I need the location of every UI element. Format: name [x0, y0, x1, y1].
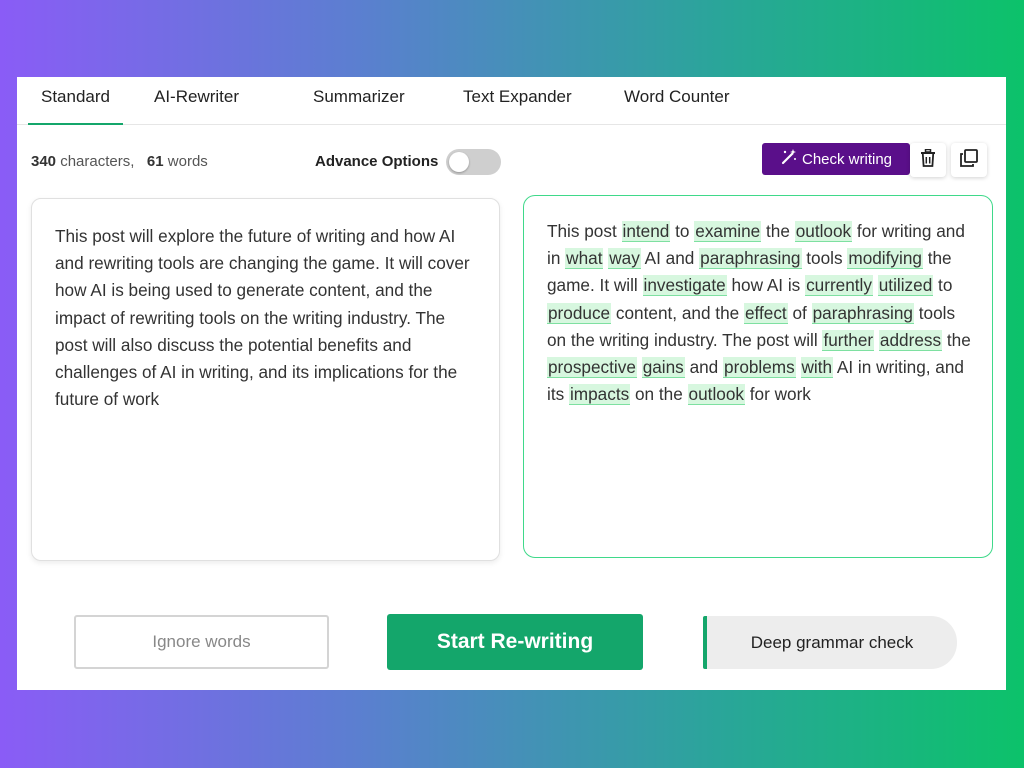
tab-word-counter[interactable]: Word Counter [624, 77, 730, 125]
rewritten-word[interactable]: further [822, 329, 875, 351]
magic-wand-icon [780, 148, 798, 170]
output-word: the [766, 221, 790, 241]
tab-bar: Standard AI-Rewriter Summarizer Text Exp… [17, 77, 1006, 125]
rewritten-word[interactable]: problems [723, 357, 796, 379]
copy-button[interactable] [951, 143, 987, 177]
advance-options-toggle[interactable] [446, 149, 501, 175]
rewritten-word[interactable]: investigate [642, 275, 727, 297]
output-word: on the [634, 384, 683, 405]
tab-summarizer[interactable]: Summarizer [313, 77, 405, 125]
character-count: 340 [31, 153, 57, 170]
text-stats: 340 characters, 61 words [31, 153, 208, 170]
input-text: This post will explore the future of wri… [55, 226, 470, 410]
check-writing-button[interactable]: Check writing [762, 143, 910, 175]
rewritten-word[interactable]: paraphrasing [699, 248, 802, 270]
output-word: for work [749, 384, 811, 405]
copy-icon [960, 148, 978, 172]
output-text: This post intend to examine the outlook … [547, 218, 974, 408]
rewritten-word[interactable]: outlook [687, 384, 745, 406]
rewritten-word[interactable]: way [608, 248, 641, 270]
toggle-knob [449, 152, 469, 172]
rewritten-word[interactable]: produce [547, 302, 612, 324]
output-word: tools [806, 248, 843, 269]
output-text-area[interactable]: This post intend to examine the outlook … [523, 195, 993, 558]
advance-options-label: Advance Options [315, 153, 439, 170]
rewritten-word[interactable]: intend [621, 221, 671, 242]
tab-ai-rewriter[interactable]: AI-Rewriter [154, 77, 239, 125]
start-rewriting-button[interactable]: Start Re-writing [387, 614, 643, 670]
rewritten-word[interactable]: currently [805, 275, 873, 297]
output-word: and [689, 357, 719, 378]
tab-standard[interactable]: Standard [28, 77, 123, 125]
output-word: to [938, 275, 953, 296]
rewriter-card: Standard AI-Rewriter Summarizer Text Exp… [17, 77, 1006, 690]
rewritten-word[interactable]: gains [641, 357, 685, 379]
deep-grammar-check-button[interactable]: Deep grammar check [703, 616, 957, 669]
word-label: words [167, 153, 208, 170]
input-text-area[interactable]: This post will explore the future of wri… [31, 198, 500, 561]
rewritten-word[interactable]: impacts [568, 384, 631, 406]
rewritten-word[interactable]: outlook [794, 221, 853, 242]
output-word: the [946, 329, 971, 350]
rewritten-word[interactable]: what [565, 248, 604, 270]
rewritten-word[interactable]: utilized [877, 275, 934, 297]
output-word: how AI is [731, 275, 801, 296]
delete-button[interactable] [910, 143, 946, 177]
tab-text-expander[interactable]: Text Expander [463, 77, 572, 125]
rewritten-word[interactable]: prospective [547, 357, 637, 379]
check-writing-label: Check writing [801, 150, 893, 168]
rewritten-word[interactable]: modifying [847, 248, 923, 270]
output-word: to [675, 221, 690, 241]
rewritten-word[interactable]: examine [694, 221, 762, 242]
rewritten-word[interactable]: effect [743, 302, 788, 324]
output-word: content, and the [615, 302, 740, 323]
output-word: AI and [644, 248, 695, 269]
output-word: This post [547, 221, 617, 241]
word-count: 61 [146, 153, 164, 170]
rewritten-word[interactable]: with [800, 357, 834, 379]
rewritten-word[interactable]: address [878, 329, 943, 351]
output-word: of [792, 302, 807, 323]
rewritten-word[interactable]: paraphrasing [811, 302, 914, 324]
ignore-words-button[interactable]: Ignore words [74, 615, 329, 669]
trash-icon [920, 148, 936, 172]
character-label: characters, [60, 153, 135, 170]
